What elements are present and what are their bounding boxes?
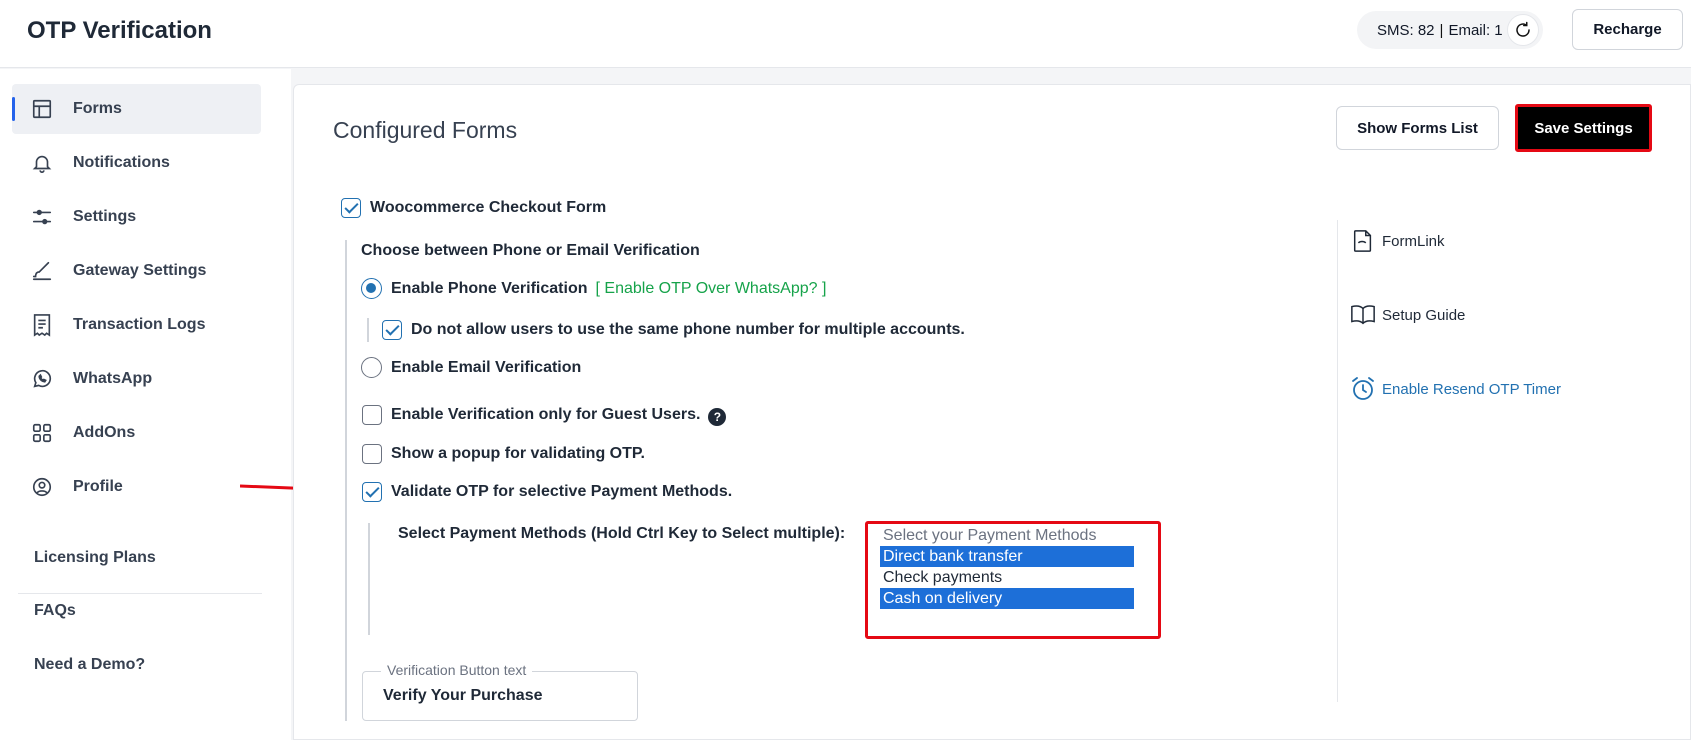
email-count: Email: 1 xyxy=(1448,21,1503,39)
popup-otp-checkbox[interactable] xyxy=(362,444,382,464)
setup-guide-label: Setup Guide xyxy=(1382,306,1466,324)
need-demo-link[interactable]: Need a Demo? xyxy=(34,656,145,674)
payment-option-direct-bank[interactable]: Direct bank transfer xyxy=(880,546,1134,567)
configured-forms-card: Configured Forms Show Forms List Save Se… xyxy=(293,84,1691,740)
sidebar-item-settings[interactable]: Settings xyxy=(12,192,261,242)
verification-button-value[interactable]: Verify Your Purchase xyxy=(383,687,542,705)
user-circle-icon xyxy=(28,473,56,501)
popup-otp-label: Show a popup for validating OTP. xyxy=(391,445,645,462)
refresh-button[interactable] xyxy=(1507,14,1539,46)
form-options-rail xyxy=(345,240,347,721)
usage-pill: SMS: 82 | Email: 1 xyxy=(1357,11,1543,49)
licensing-plans-link[interactable]: Licensing Plans xyxy=(34,549,156,567)
right-panel-divider xyxy=(1337,220,1338,702)
resend-otp-timer-link[interactable]: Enable Resend OTP Timer xyxy=(1350,376,1561,402)
form-name-label: Woocommerce Checkout Form xyxy=(370,199,607,216)
usage-separator: | xyxy=(1439,21,1444,39)
phone-verification-row: Enable Phone Verification [ Enable OTP Ov… xyxy=(391,280,826,298)
select-payment-methods-label: Select Payment Methods (Hold Ctrl Key to… xyxy=(398,525,846,542)
sidebar-item-whatsapp[interactable]: WhatsApp xyxy=(12,354,261,404)
refresh-icon xyxy=(1516,21,1530,37)
phone-suboption-rail xyxy=(367,318,369,342)
verification-button-legend: Verification Button text xyxy=(381,662,533,678)
book-icon xyxy=(1350,302,1376,328)
whatsapp-icon xyxy=(28,365,56,393)
payment-suboption-rail xyxy=(368,523,370,635)
phone-verification-label: Enable Phone Verification xyxy=(391,280,588,297)
sidebar-item-gateway-settings[interactable]: Gateway Settings xyxy=(12,246,261,296)
brush-icon xyxy=(28,257,56,285)
email-verification-label: Enable Email Verification xyxy=(391,359,582,376)
email-verification-radio[interactable] xyxy=(361,357,382,378)
same-phone-checkbox[interactable] xyxy=(382,320,402,340)
phone-verification-radio[interactable] xyxy=(361,278,382,299)
payment-method-placeholder[interactable]: Select your Payment Methods xyxy=(880,525,1134,546)
sidebar-item-label: AddOns xyxy=(73,424,136,441)
payment-methods-checkbox[interactable] xyxy=(362,482,382,502)
payment-methods-label: Validate OTP for selective Payment Metho… xyxy=(391,483,733,500)
document-icon xyxy=(1350,228,1376,254)
grid-icon xyxy=(28,419,56,447)
help-icon[interactable]: ? xyxy=(708,408,727,426)
sidebar-item-profile[interactable]: Profile xyxy=(12,462,261,512)
formlink-label: FormLink xyxy=(1382,232,1445,250)
sidebar-item-label: Transaction Logs xyxy=(73,316,206,333)
receipt-icon xyxy=(28,311,56,339)
sidebar-item-forms[interactable]: Forms xyxy=(12,84,261,134)
sidebar-item-addons[interactable]: AddOns xyxy=(12,408,261,458)
woocommerce-form-checkbox[interactable] xyxy=(341,198,361,218)
sidebar-item-label: Profile xyxy=(73,478,123,495)
guest-users-row: Enable Verification only for Guest Users… xyxy=(391,406,727,426)
whatsapp-otp-link[interactable]: [ Enable OTP Over WhatsApp? ] xyxy=(596,280,827,297)
sidebar-item-notifications[interactable]: Notifications xyxy=(12,138,261,188)
payment-option-check[interactable]: Check payments xyxy=(880,567,1134,588)
verification-button-text-field[interactable]: Verification Button text Verify Your Pur… xyxy=(362,662,638,721)
alarm-clock-icon xyxy=(1350,376,1376,402)
recharge-button[interactable]: Recharge xyxy=(1572,9,1683,50)
sidebar-divider xyxy=(18,593,262,594)
guest-users-checkbox[interactable] xyxy=(362,405,382,425)
formlink-link[interactable]: FormLink xyxy=(1350,228,1445,254)
sidebar-item-label: Forms xyxy=(73,100,122,117)
same-phone-label: Do not allow users to use the same phone… xyxy=(411,321,965,338)
app-title: OTP Verification xyxy=(27,17,212,44)
sidebar-item-label: Notifications xyxy=(73,154,170,171)
faqs-link[interactable]: FAQs xyxy=(34,602,76,620)
guest-users-label: Enable Verification only for Guest Users… xyxy=(391,406,701,423)
sliders-icon xyxy=(28,203,56,231)
layout-icon xyxy=(28,95,56,123)
show-forms-list-button[interactable]: Show Forms List xyxy=(1336,106,1499,150)
payment-methods-select[interactable]: Select your Payment Methods Direct bank … xyxy=(865,521,1161,639)
payment-option-cod[interactable]: Cash on delivery xyxy=(880,588,1134,609)
top-bar: OTP Verification SMS: 82 | Email: 1 Rech… xyxy=(0,0,1691,68)
resend-otp-timer-label: Enable Resend OTP Timer xyxy=(1382,380,1561,398)
section-title: Configured Forms xyxy=(333,117,518,143)
choose-verification-label: Choose between Phone or Email Verificati… xyxy=(361,242,700,259)
sms-count: SMS: 82 xyxy=(1377,21,1435,39)
sidebar: Forms Notifications Settings Gateway Set… xyxy=(0,69,291,740)
sidebar-item-label: Settings xyxy=(73,208,137,225)
sidebar-item-transaction-logs[interactable]: Transaction Logs xyxy=(12,300,261,350)
setup-guide-link[interactable]: Setup Guide xyxy=(1350,302,1465,328)
sidebar-item-label: Gateway Settings xyxy=(73,262,207,279)
sidebar-item-label: WhatsApp xyxy=(73,370,153,387)
bell-icon xyxy=(28,149,56,177)
save-settings-button[interactable]: Save Settings xyxy=(1515,104,1652,152)
